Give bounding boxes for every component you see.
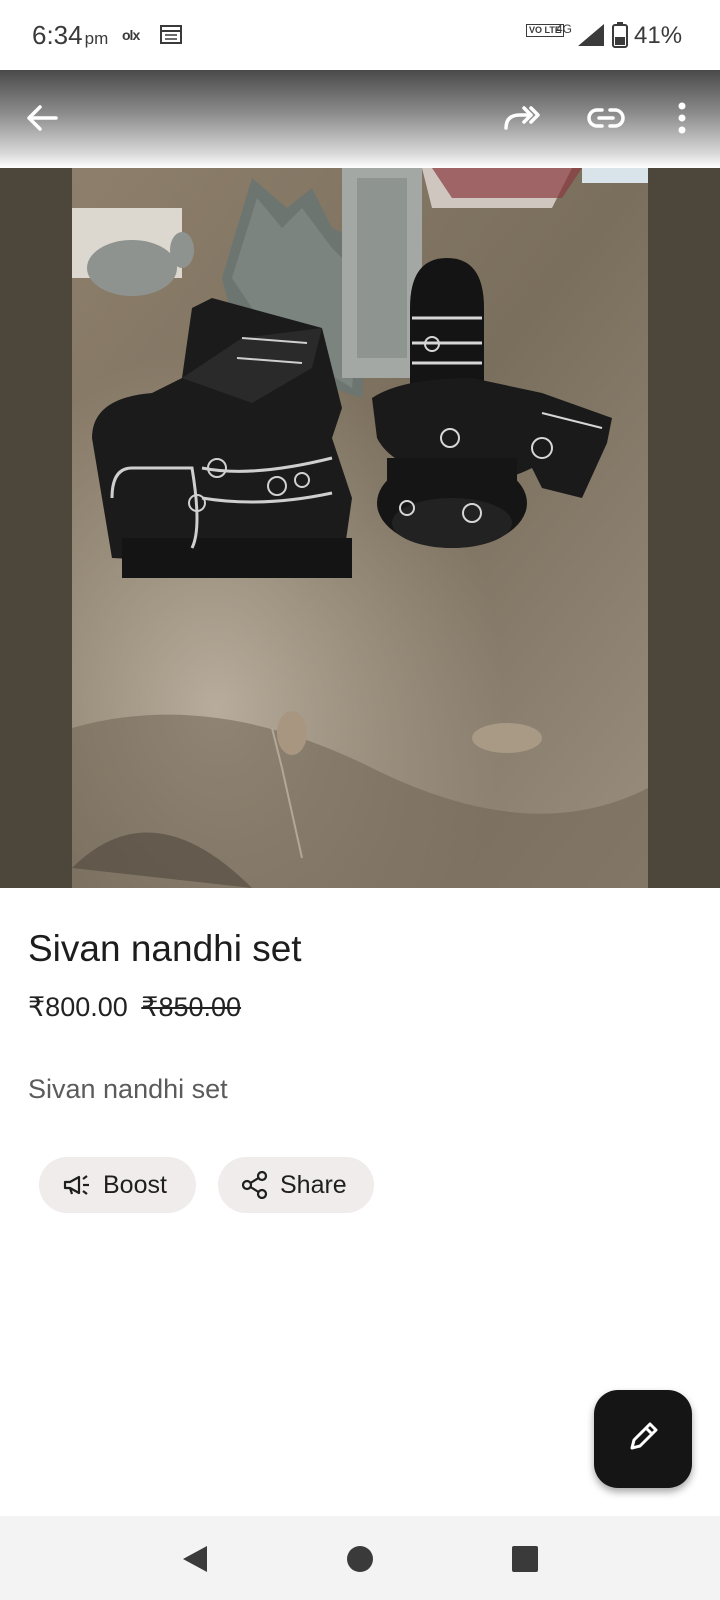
status-bar: 6:34 pm olx VO LTE 4G 41% <box>0 0 720 70</box>
share-icon <box>242 1171 268 1199</box>
calendar-icon <box>160 24 182 49</box>
share-label: Share <box>280 1170 347 1199</box>
current-price: ₹800.00 <box>28 992 128 1022</box>
status-time: 6:34 pm <box>32 20 109 50</box>
product-photo <box>72 168 648 888</box>
battery-percent: 41% <box>634 22 683 49</box>
link-icon[interactable] <box>586 98 626 138</box>
forward-share-icon[interactable] <box>502 98 542 138</box>
price-row: ₹800.00 ₹850.00 <box>28 992 241 1023</box>
edit-fab[interactable] <box>594 1390 692 1488</box>
more-vert-icon[interactable] <box>662 98 702 138</box>
boost-button[interactable]: Boost <box>39 1157 196 1213</box>
back-arrow-icon[interactable] <box>22 98 62 138</box>
megaphone-icon <box>63 1174 91 1196</box>
nav-recents-icon[interactable] <box>508 1542 542 1576</box>
nav-back-icon[interactable] <box>178 1542 212 1576</box>
signal-icon <box>578 24 604 51</box>
battery-icon <box>612 22 628 53</box>
system-nav-bar <box>0 1516 720 1600</box>
original-price: ₹850.00 <box>141 992 242 1022</box>
product-image-area[interactable] <box>0 168 720 888</box>
share-button[interactable]: Share <box>218 1157 374 1213</box>
nav-home-icon[interactable] <box>343 1542 377 1576</box>
edit-pencil-icon <box>626 1420 660 1459</box>
network-type: 4G <box>556 22 573 36</box>
olx-notification-icon: olx <box>122 27 140 43</box>
product-title: Sivan nandhi set <box>28 928 302 969</box>
app-toolbar <box>0 70 720 168</box>
boost-label: Boost <box>103 1170 167 1199</box>
product-description: Sivan nandhi set <box>28 1074 228 1104</box>
